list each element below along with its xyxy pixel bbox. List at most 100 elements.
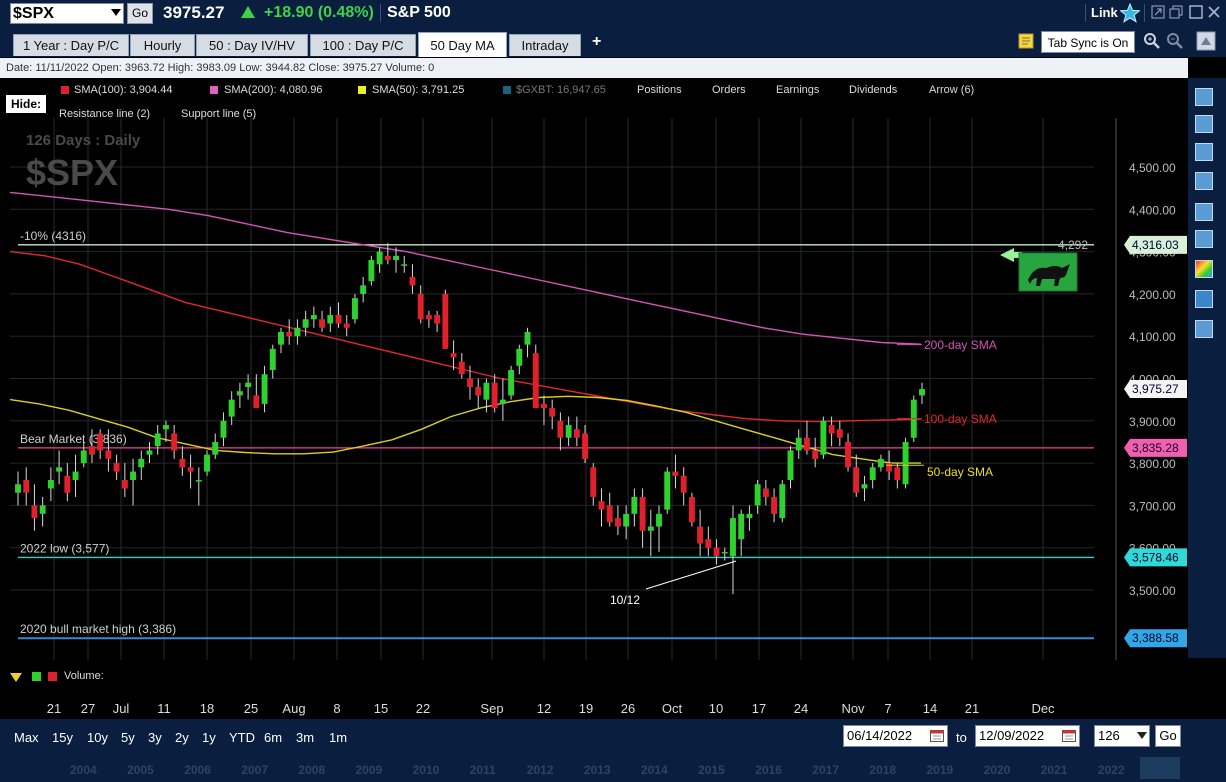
popout-icon[interactable]: [1151, 5, 1165, 19]
orders-toggle[interactable]: Orders: [712, 84, 746, 96]
range-button-5y[interactable]: 5y: [121, 730, 135, 745]
chevron-down-icon[interactable]: [111, 9, 121, 16]
candle-body: [15, 484, 21, 493]
level-label: 2022 low (3,577): [20, 541, 109, 555]
range-button-1m[interactable]: 1m: [329, 730, 347, 745]
compare-icon[interactable]: [1195, 143, 1213, 161]
close-icon[interactable]: [1207, 5, 1221, 19]
gear-icon[interactable]: [1195, 290, 1213, 308]
sma50-swatch[interactable]: [358, 86, 366, 94]
candle-body: [697, 526, 704, 544]
go-range-button[interactable]: Go: [1155, 725, 1181, 747]
tab-50day-ma[interactable]: 50 Day MA: [418, 32, 507, 57]
candle-body: [434, 315, 441, 324]
tab-50day-iv[interactable]: 50 : Day IV/HV: [196, 34, 308, 56]
timeline-year: 2012: [526, 763, 554, 777]
y-tick-label: 4,500.00: [1129, 161, 1176, 175]
candle-body: [376, 251, 383, 265]
index-name: S&P 500: [387, 4, 451, 21]
tab-1year[interactable]: 1 Year : Day P/C: [13, 34, 129, 56]
mail-icon[interactable]: [1195, 172, 1213, 190]
zoom-out-icon[interactable]: [1166, 32, 1184, 50]
calendar-icon[interactable]: [930, 728, 944, 742]
timeline-scroll-thumb[interactable]: [1140, 757, 1180, 779]
candle-body: [236, 391, 243, 396]
x-tick-label: 7: [884, 701, 891, 716]
earnings-toggle[interactable]: Earnings: [776, 84, 819, 96]
support-toggle[interactable]: Support line (5): [181, 108, 256, 120]
layers-icon[interactable]: [1195, 230, 1213, 248]
range-button-10y[interactable]: 10y: [87, 730, 108, 745]
candle-body: [582, 433, 589, 459]
candle-body: [631, 496, 638, 514]
tab-sync-button[interactable]: Tab Sync is On: [1041, 31, 1135, 53]
maximize-icon[interactable]: [1189, 5, 1203, 19]
candle-body: [721, 551, 728, 554]
list-icon[interactable]: [1195, 88, 1213, 106]
x-tick-label: 8: [333, 701, 340, 716]
y-tick-label: 4,100.00: [1129, 330, 1176, 344]
range-button-6m[interactable]: 6m: [264, 730, 282, 745]
sma200-legend[interactable]: SMA(200): 4,080.96: [224, 84, 322, 96]
settings-icon[interactable]: [1196, 31, 1216, 51]
note-icon[interactable]: [1018, 33, 1034, 49]
divider: [1085, 4, 1086, 22]
calendar-icon[interactable]: [1062, 728, 1076, 742]
candle-body: [688, 496, 695, 523]
gxbt-legend[interactable]: $GXBT: 16,947.65: [516, 84, 606, 96]
hide-button[interactable]: Hide:: [6, 95, 46, 113]
candle-body: [639, 496, 646, 531]
symbol-input[interactable]: $SPX: [10, 3, 124, 24]
zoom-in-icon[interactable]: [1143, 32, 1161, 50]
range-button-max[interactable]: Max: [14, 730, 39, 745]
last-price-tag-label: 3,975.27: [1132, 382, 1179, 396]
x-tick-label: Nov: [841, 701, 865, 716]
sma50-legend[interactable]: SMA(50): 3,791.25: [372, 84, 464, 96]
positions-toggle[interactable]: Positions: [637, 84, 682, 96]
chart-icon[interactable]: [1195, 115, 1213, 133]
star-icon[interactable]: [1120, 3, 1140, 23]
color-icon[interactable]: [1195, 260, 1213, 278]
range-button-2y[interactable]: 2y: [175, 730, 189, 745]
candle-body: [105, 450, 112, 459]
candle-body: [319, 319, 326, 328]
arrow-toggle[interactable]: Arrow (6): [929, 84, 974, 96]
x-tick-label: Jul: [113, 701, 130, 716]
range-button-3y[interactable]: 3y: [148, 730, 162, 745]
tab-hourly[interactable]: Hourly: [130, 34, 195, 56]
candle-body: [598, 501, 605, 510]
chevron-down-icon[interactable]: [10, 673, 22, 683]
range-button-1y[interactable]: 1y: [202, 730, 216, 745]
candle-body: [467, 378, 473, 387]
link-label[interactable]: Link: [1091, 5, 1118, 20]
add-tab-icon[interactable]: +: [592, 33, 601, 51]
restore-icon[interactable]: [1169, 5, 1183, 19]
price-chart[interactable]: -10% (4316) Bear Market (3,836) 2022 low (…: [6, 78, 1188, 660]
sma200-swatch[interactable]: [210, 86, 218, 94]
chevron-down-icon[interactable]: [1137, 732, 1147, 740]
dividends-toggle[interactable]: Dividends: [849, 84, 897, 96]
x-tick-label: 19: [579, 701, 593, 716]
timeline-year: 2019: [926, 763, 954, 777]
tab-intraday[interactable]: Intraday: [509, 34, 581, 56]
gxbt-swatch[interactable]: [503, 86, 511, 94]
y-tick-label: 3,800.00: [1129, 457, 1176, 471]
candle-body: [549, 408, 556, 417]
sma100-swatch[interactable]: [61, 86, 69, 94]
help-icon[interactable]: [1195, 320, 1213, 338]
range-button-3m[interactable]: 3m: [296, 730, 314, 745]
range-button-15y[interactable]: 15y: [52, 730, 73, 745]
range-button-ytd[interactable]: YTD: [229, 730, 255, 745]
candle-body: [508, 370, 515, 396]
tab-100day[interactable]: 100 : Day P/C: [310, 34, 416, 56]
go-button[interactable]: Go: [127, 3, 153, 24]
y-tick-label: 4,400.00: [1129, 203, 1176, 217]
resistance-toggle[interactable]: Resistance line (2): [59, 108, 150, 120]
candle-body: [557, 420, 564, 438]
candle-body: [310, 315, 317, 320]
candle-body: [623, 513, 630, 527]
sma100-legend[interactable]: SMA(100): 3,904.44: [74, 84, 172, 96]
draw-icon[interactable]: [1195, 203, 1213, 221]
sma50-annotation: 50-day SMA: [927, 465, 993, 479]
candle-body: [491, 382, 498, 409]
